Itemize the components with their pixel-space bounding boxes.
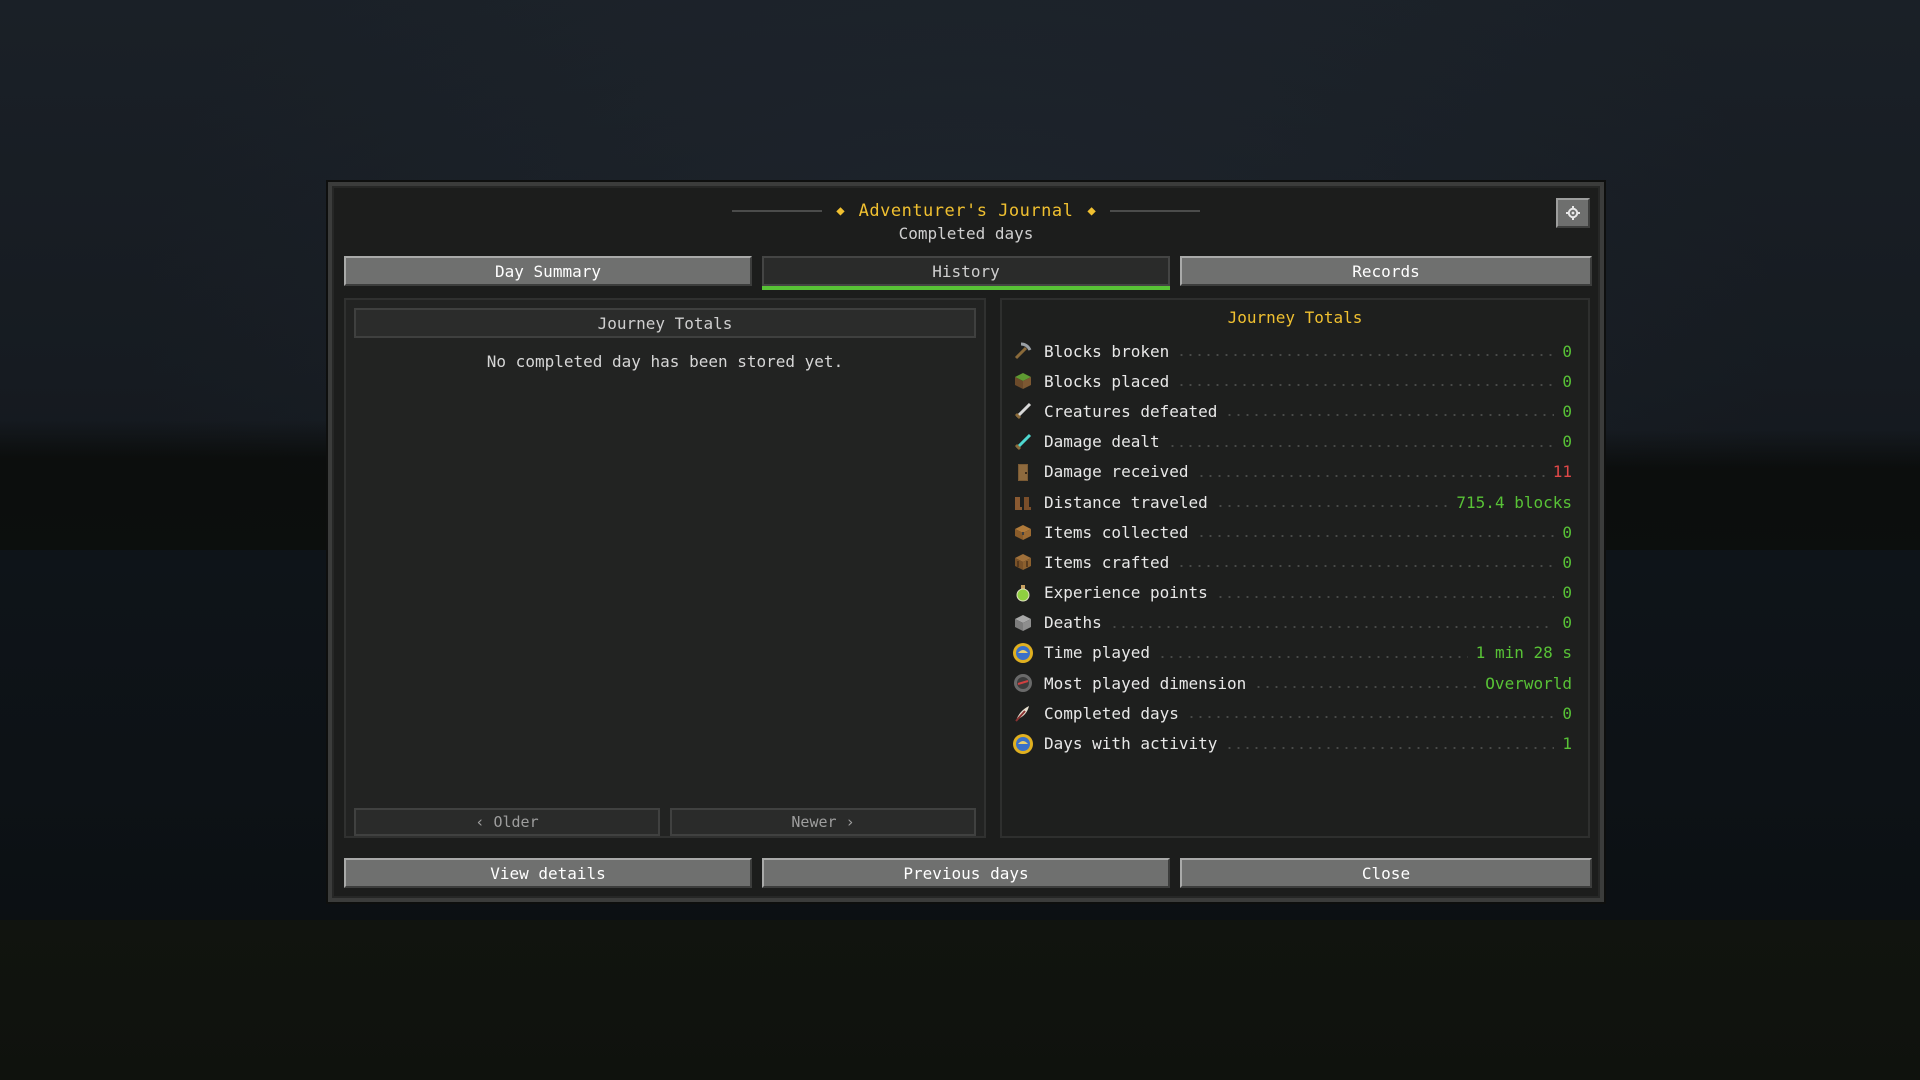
diamond-ornament-icon: ◆: [1087, 203, 1096, 219]
stat-row-completed-days: Completed days 0: [1012, 698, 1572, 728]
stat-row-blocks-broken: Blocks broken 0: [1012, 336, 1572, 366]
stat-row-blocks-placed: Blocks placed 0: [1012, 366, 1572, 396]
journey-totals-panel: Journey Totals Blocks broken 0 Blocks pl…: [1000, 298, 1590, 838]
journal-subtitle: Completed days: [898, 224, 1034, 243]
clock-icon: [1012, 733, 1034, 755]
journey-totals-title: Journey Totals: [1227, 308, 1363, 327]
stat-value: 1 min 28 s: [1475, 643, 1572, 663]
stat-value: 0: [1562, 522, 1572, 542]
stat-value: 0: [1562, 432, 1572, 452]
background-trees-left: [0, 420, 330, 550]
view-details-button[interactable]: View details: [344, 858, 752, 888]
dotted-leader: [1215, 595, 1555, 598]
stat-label: Most played dimension: [1044, 673, 1247, 693]
stat-label: Damage received: [1044, 462, 1189, 482]
close-button[interactable]: Close: [1180, 858, 1592, 888]
stone-block-icon: [1012, 612, 1034, 634]
previous-days-button[interactable]: Previous days: [762, 858, 1170, 888]
stat-label: Items crafted: [1044, 552, 1170, 572]
stat-value: 0: [1562, 341, 1572, 361]
empty-history-message: No completed day has been stored yet.: [486, 352, 844, 371]
settings-button[interactable]: [1556, 198, 1590, 228]
stat-label: Damage dealt: [1044, 432, 1160, 452]
tab-records[interactable]: Records: [1180, 256, 1592, 286]
history-list-panel: Journey Totals No completed day has been…: [344, 298, 986, 838]
dotted-leader: [1225, 746, 1555, 749]
stat-value: 0: [1562, 703, 1572, 723]
pickaxe-icon: [1012, 340, 1034, 362]
background-trees-right: [1600, 430, 1920, 560]
stat-label: Deaths: [1044, 613, 1102, 633]
dotted-leader: [1109, 625, 1555, 628]
boots-icon: [1012, 491, 1034, 513]
title-divider-right: [1109, 210, 1200, 212]
stat-value: 0: [1562, 583, 1572, 603]
title-bar: ◆ Adventurer's Journal ◆: [332, 198, 1600, 224]
history-panel-header[interactable]: Journey Totals: [354, 308, 976, 338]
active-tab-indicator: [762, 286, 1170, 290]
older-button[interactable]: ‹ Older: [354, 808, 660, 836]
iron-sword-icon: [1012, 400, 1034, 422]
stat-row-items-collected: Items collected 0: [1012, 517, 1572, 547]
dotted-leader: [1215, 505, 1449, 508]
dotted-leader: [1196, 535, 1555, 538]
background-grass: [0, 920, 1920, 1080]
tab-day-summary[interactable]: Day Summary: [344, 256, 752, 286]
stat-row-days-with-activity: Days with activity 1: [1012, 728, 1572, 758]
dotted-leader: [1177, 565, 1555, 568]
stat-value: 0: [1562, 613, 1572, 633]
stat-label: Completed days: [1044, 703, 1179, 723]
stat-label: Creatures defeated: [1044, 401, 1218, 421]
crafting-table-icon: [1012, 551, 1034, 573]
clock-icon: [1012, 642, 1034, 664]
dotted-leader: [1167, 444, 1555, 447]
stat-label: Time played: [1044, 643, 1150, 663]
journal-title: Adventurer's Journal: [858, 201, 1074, 221]
stat-value: 0: [1562, 371, 1572, 391]
stat-row-creatures-defeated: Creatures defeated 0: [1012, 396, 1572, 426]
stat-label: Experience points: [1044, 583, 1208, 603]
journal-window: ◆ Adventurer's Journal ◆ Completed days …: [326, 180, 1606, 904]
dotted-leader: [1196, 474, 1545, 477]
stat-label: Blocks broken: [1044, 341, 1170, 361]
diamond-ornament-icon: ◆: [836, 203, 845, 219]
stat-label: Days with activity: [1044, 734, 1218, 754]
dotted-leader: [1157, 655, 1468, 658]
stat-row-most-played-dimension: Most played dimension Overworld: [1012, 668, 1572, 698]
stat-row-experience-points: Experience points 0: [1012, 578, 1572, 608]
stat-row-distance-traveled: Distance traveled 715.4 blocks: [1012, 487, 1572, 517]
dotted-leader: [1225, 414, 1555, 417]
dotted-leader: [1177, 354, 1555, 357]
stat-label: Blocks placed: [1044, 371, 1170, 391]
dotted-leader: [1186, 716, 1555, 719]
stats-list: Blocks broken 0 Blocks placed 0 Creature…: [1012, 336, 1572, 759]
stat-value: 1: [1562, 734, 1572, 754]
stat-label: Distance traveled: [1044, 492, 1208, 512]
stat-row-items-crafted: Items crafted 0: [1012, 547, 1572, 577]
chest-icon: [1012, 521, 1034, 543]
wooden-door-icon: [1012, 461, 1034, 483]
experience-bottle-icon: [1012, 582, 1034, 604]
stat-value: 715.4 blocks: [1456, 492, 1572, 512]
stat-row-time-played: Time played 1 min 28 s: [1012, 638, 1572, 668]
stat-row-damage-dealt: Damage dealt 0: [1012, 427, 1572, 457]
dotted-leader: [1254, 686, 1478, 689]
feather-quill-icon: [1012, 702, 1034, 724]
stat-value: 11: [1552, 462, 1572, 482]
gear-icon: [1566, 206, 1580, 220]
compass-icon: [1012, 672, 1034, 694]
diamond-sword-icon: [1012, 431, 1034, 453]
stat-value: 0: [1562, 552, 1572, 572]
tab-history[interactable]: History: [762, 256, 1170, 286]
stat-row-damage-received: Damage received 11: [1012, 457, 1572, 487]
stat-label: Items collected: [1044, 522, 1189, 542]
grass-block-icon: [1012, 370, 1034, 392]
stat-value: 0: [1562, 401, 1572, 421]
newer-button[interactable]: Newer ›: [670, 808, 976, 836]
stat-value: Overworld: [1485, 673, 1572, 693]
tab-bar: Day Summary History Records: [344, 256, 1592, 290]
dotted-leader: [1177, 384, 1555, 387]
title-divider-left: [732, 210, 823, 212]
stat-row-deaths: Deaths 0: [1012, 608, 1572, 638]
